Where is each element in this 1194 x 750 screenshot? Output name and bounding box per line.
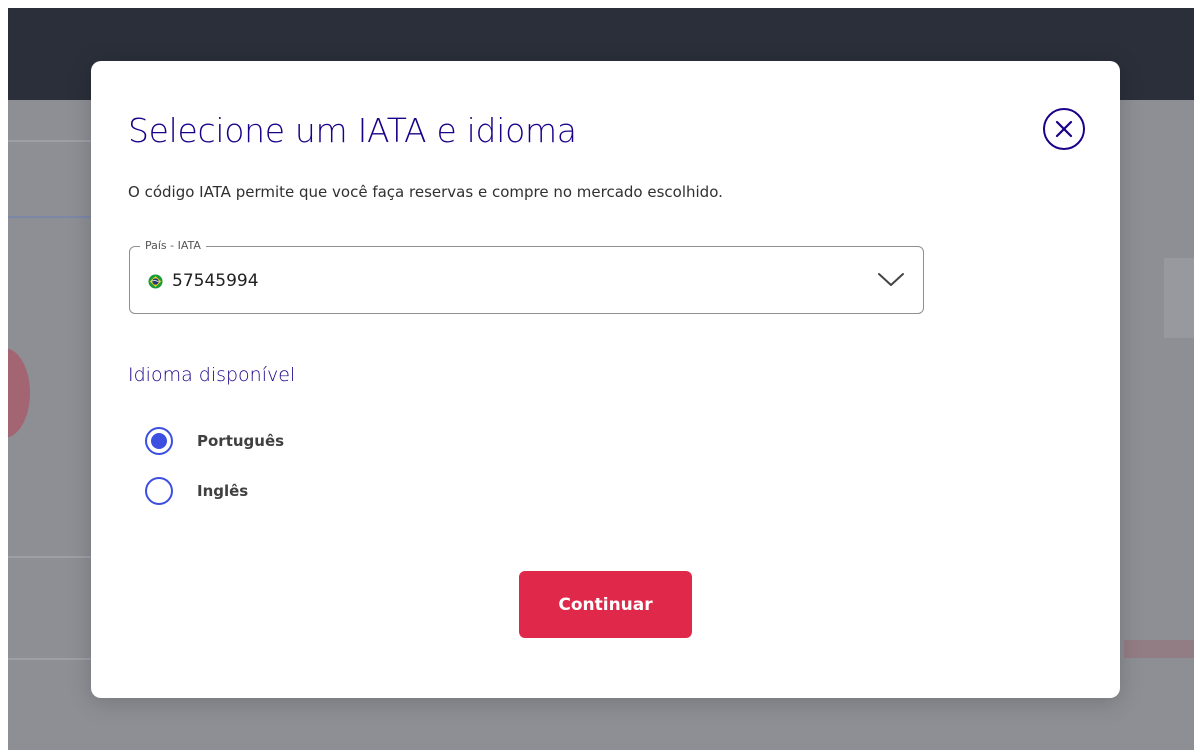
background-decoration [8,348,30,438]
language-option-label: Inglês [197,482,249,500]
radio-button[interactable] [145,477,173,505]
modal-description: O código IATA permite que você faça rese… [128,183,723,201]
modal-title: Selecione um IATA e idioma [128,111,577,150]
background-divider [8,556,92,558]
iata-value: 57545994 [172,271,259,291]
background-divider [8,216,92,218]
close-icon [1055,120,1073,138]
radio-selected-dot [151,433,167,449]
language-heading: Idioma disponível [128,364,296,386]
brazil-flag-icon [148,274,163,289]
language-option-english[interactable]: Inglês [145,477,248,505]
close-button[interactable] [1043,108,1085,150]
iata-field-label: País - IATA [140,239,206,253]
background-divider [8,658,92,660]
language-option-label: Português [197,432,285,450]
continue-button[interactable]: Continuar [519,571,692,638]
radio-button-selected[interactable] [145,427,173,455]
iata-language-modal: Selecione um IATA e idioma O código IATA… [91,61,1120,698]
background-decoration [1124,640,1194,658]
background-panel [1164,258,1194,338]
iata-select[interactable]: País - IATA 57545994 [129,239,924,314]
background-divider [8,140,92,142]
chevron-down-icon[interactable] [877,271,905,289]
language-option-portuguese[interactable]: Português [145,427,284,455]
